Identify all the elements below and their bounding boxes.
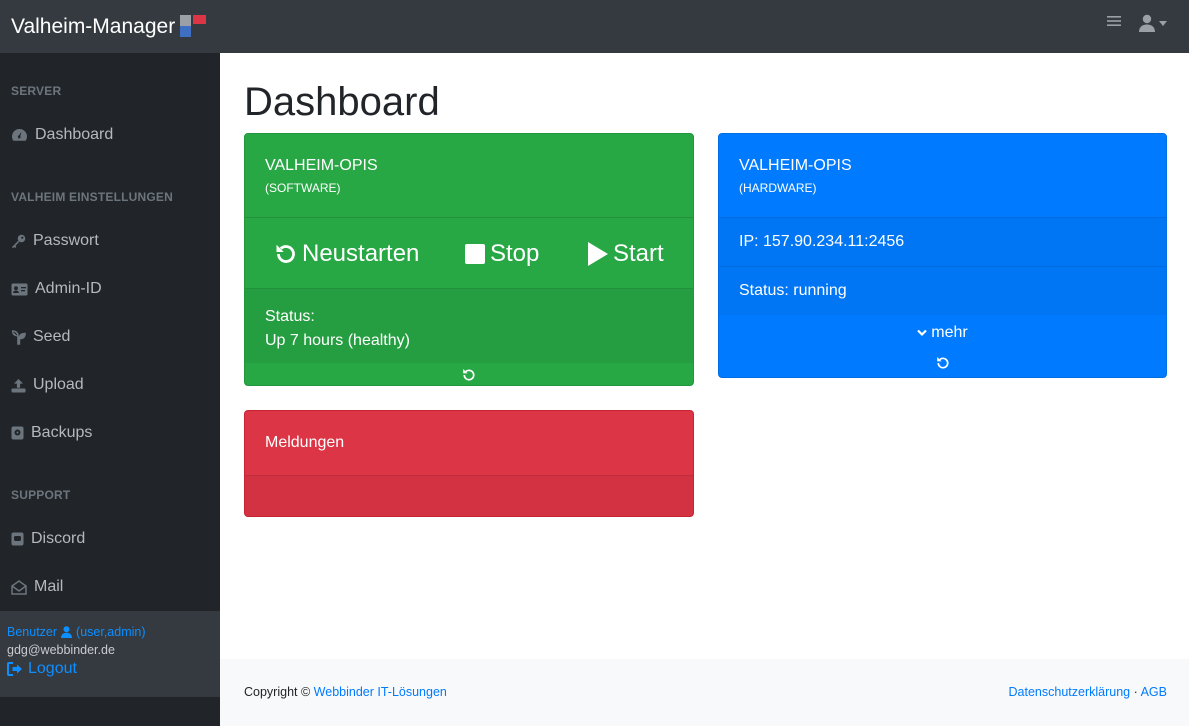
software-card: VALHEIM-OPIS (SOFTWARE) Neustarten Stop …	[244, 133, 694, 386]
sidebar-item-label: Passwort	[33, 232, 99, 249]
status-value: Up 7 hours (healthy)	[265, 332, 410, 349]
sidebar-item-mail[interactable]: Mail	[11, 578, 63, 596]
redo-icon	[276, 244, 295, 263]
sidebar-item-dashboard[interactable]: Dashboard	[11, 126, 113, 144]
envelope-open-icon	[11, 579, 27, 595]
status-section: Status: Up 7 hours (healthy)	[245, 289, 693, 363]
footer-separator: ·	[1133, 685, 1138, 699]
seedling-icon	[11, 329, 26, 345]
sidebar-item-upload[interactable]: Upload	[11, 376, 84, 394]
play-icon	[588, 242, 608, 266]
restart-label: Neustarten	[302, 240, 420, 267]
sidebar-heading-support: SUPPORT	[11, 488, 71, 502]
server-status: Status: running	[719, 267, 1166, 315]
server-actions: Neustarten Stop Start	[245, 219, 693, 289]
sidebar-item-label: Backups	[31, 424, 93, 441]
tachometer-icon	[12, 129, 27, 141]
more-label: mehr	[931, 324, 968, 341]
messages-body	[245, 476, 693, 516]
hamburger-menu-icon[interactable]	[1107, 14, 1121, 32]
status-value: Status: running	[739, 282, 847, 299]
caret-down-icon	[1159, 20, 1167, 26]
upload-icon	[11, 378, 26, 392]
sidebar-item-label: Mail	[34, 578, 64, 595]
user-label: Benutzer	[7, 625, 58, 639]
sidebar-item-label: Admin-ID	[35, 280, 102, 297]
discord-icon	[11, 532, 24, 546]
user-icon	[61, 626, 73, 638]
sidebar-heading-valheim: VALHEIM EINSTELLUNGEN	[11, 190, 173, 204]
logout-label: Logout	[28, 660, 77, 677]
stop-button[interactable]: Stop	[465, 240, 539, 268]
server-name: VALHEIM-OPIS	[739, 157, 852, 174]
refresh-icon[interactable]	[462, 368, 476, 382]
hdd-icon	[11, 426, 24, 440]
terms-link[interactable]: AGB	[1141, 685, 1167, 699]
page-title: Dashboard	[244, 80, 440, 124]
user-menu-button[interactable]	[1139, 14, 1167, 32]
sidebar-item-admin-id[interactable]: Admin-ID	[11, 280, 102, 298]
sidebar: SERVER Dashboard VALHEIM EINSTELLUNGEN P…	[0, 53, 220, 726]
sidebar-item-passwort[interactable]: Passwort	[11, 232, 99, 250]
restart-button[interactable]: Neustarten	[275, 240, 419, 268]
company-link[interactable]: Webbinder IT-Lösungen	[314, 685, 447, 699]
user-role: Benutzer (user,admin)	[7, 625, 220, 639]
sidebar-item-label: Dashboard	[35, 126, 114, 143]
stop-label: Stop	[490, 240, 540, 267]
sidebar-item-backups[interactable]: Backups	[11, 424, 92, 442]
sidebar-item-label: Discord	[31, 530, 86, 547]
stop-icon	[465, 244, 485, 264]
sidebar-heading-server: SERVER	[11, 84, 62, 98]
logout-link[interactable]: Logout	[7, 660, 220, 678]
messages-card: Meldungen	[244, 410, 694, 517]
more-toggle[interactable]: mehr	[719, 324, 1166, 342]
user-icon	[1139, 14, 1155, 32]
copyright-text: Copyright ©	[244, 685, 311, 699]
user-roles: (user,admin)	[76, 625, 146, 639]
ip-value: IP: 157.90.234.11:2456	[739, 233, 905, 250]
user-email: gdg@webbinder.de	[7, 643, 115, 657]
hardware-card: VALHEIM-OPIS (HARDWARE) IP: 157.90.234.1…	[718, 133, 1167, 378]
footer: Copyright © Webbinder IT-Lösungen Datens…	[220, 659, 1189, 726]
messages-title: Meldungen	[265, 434, 345, 451]
id-card-icon	[11, 283, 28, 295]
start-label: Start	[613, 240, 664, 267]
card-subtitle: (SOFTWARE)	[265, 181, 341, 195]
start-button[interactable]: Start	[588, 240, 664, 268]
status-label: Status:	[265, 308, 315, 325]
brand[interactable]: Valheim-Manager	[11, 14, 207, 39]
top-navbar: Valheim-Manager	[0, 0, 1189, 53]
key-icon	[12, 234, 26, 248]
user-panel: Benutzer (user,admin) gdg@webbinder.de L…	[0, 611, 220, 697]
logo-icon	[180, 14, 207, 37]
privacy-link[interactable]: Datenschutzerklärung	[1009, 685, 1131, 699]
sidebar-item-discord[interactable]: Discord	[11, 530, 85, 548]
chevron-down-icon	[917, 329, 928, 337]
server-name: VALHEIM-OPIS	[265, 157, 378, 174]
server-ip: IP: 157.90.234.11:2456	[719, 218, 1166, 266]
card-subtitle: (HARDWARE)	[739, 181, 817, 195]
app-title: Valheim-Manager	[11, 14, 176, 38]
refresh-icon[interactable]	[936, 356, 950, 370]
sidebar-item-label: Upload	[33, 376, 84, 393]
sign-out-icon	[7, 662, 22, 676]
sidebar-item-label: Seed	[33, 328, 71, 345]
sidebar-item-seed[interactable]: Seed	[11, 328, 70, 346]
